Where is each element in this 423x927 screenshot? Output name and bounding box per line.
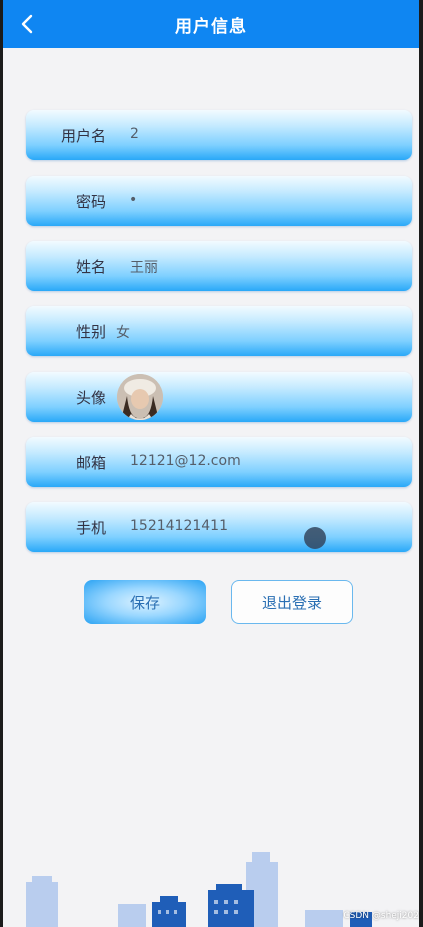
page-title: 用户信息	[175, 16, 247, 37]
watermark: CSDN @sheji202	[343, 911, 419, 921]
field-email[interactable]: 邮箱 12121@12.com	[26, 437, 412, 487]
field-avatar[interactable]: 头像	[26, 372, 412, 422]
password-label: 密码	[75, 193, 106, 211]
field-username[interactable]: 用户名 2	[26, 110, 412, 160]
save-button[interactable]: 保存	[84, 580, 206, 624]
email-value[interactable]: 12121@12.com	[130, 453, 241, 469]
gender-label: 性别	[75, 323, 106, 341]
name-label: 姓名	[75, 258, 106, 276]
username-value[interactable]: 2	[130, 126, 139, 142]
field-name[interactable]: 姓名 王丽	[26, 241, 412, 291]
avatar-label: 头像	[75, 389, 106, 407]
avatar[interactable]	[117, 374, 163, 420]
password-value[interactable]: •	[129, 192, 137, 208]
field-password[interactable]: 密码 •	[26, 176, 412, 226]
header-bar: 用户信息	[3, 0, 419, 48]
gender-value[interactable]: 女	[116, 322, 130, 342]
right-edge	[419, 0, 423, 927]
field-phone[interactable]: 手机 15214121411	[26, 502, 412, 552]
field-gender[interactable]: 性别 女	[26, 306, 412, 356]
back-chevron-icon[interactable]	[17, 13, 39, 35]
touch-indicator	[304, 527, 326, 549]
phone-value[interactable]: 15214121411	[130, 518, 228, 534]
username-label: 用户名	[60, 127, 106, 145]
email-label: 邮箱	[75, 454, 106, 472]
phone-label: 手机	[75, 519, 106, 537]
name-value[interactable]: 王丽	[130, 257, 158, 277]
logout-button[interactable]: 退出登录	[231, 580, 353, 624]
left-edge	[0, 0, 3, 927]
